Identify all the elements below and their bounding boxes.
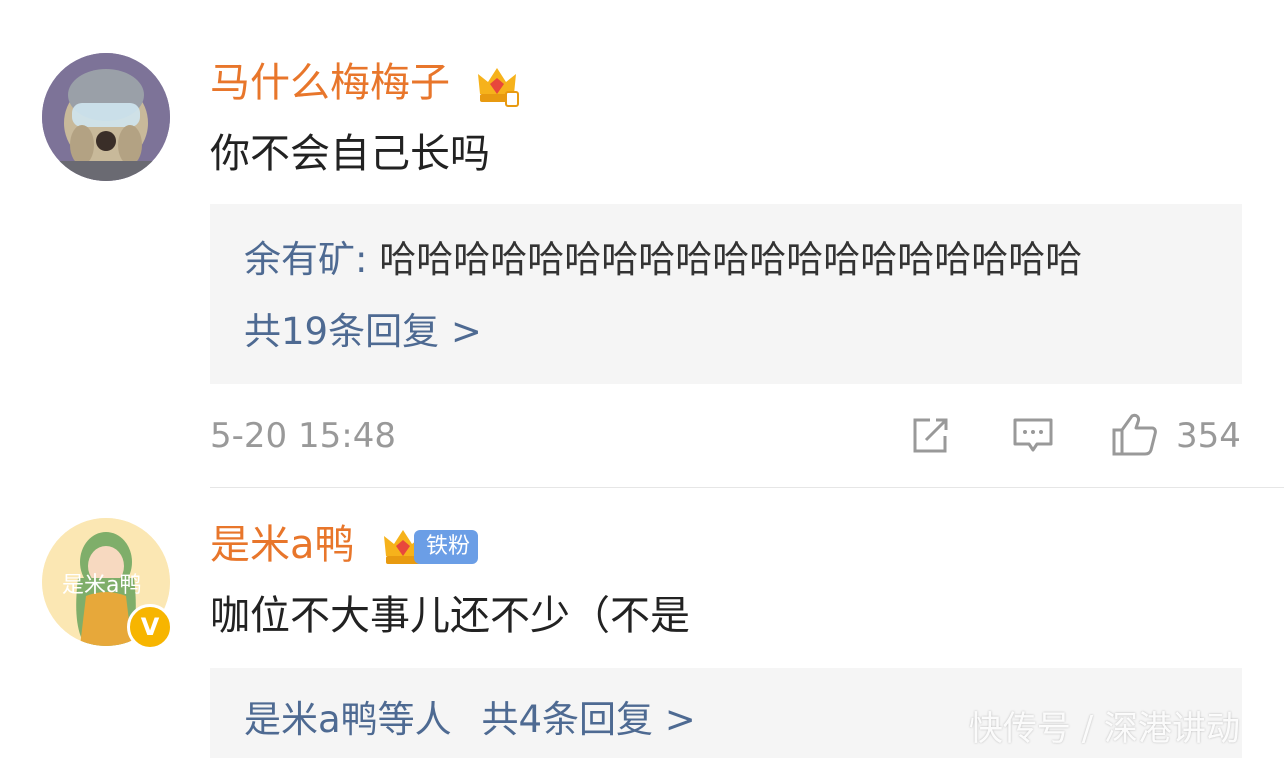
watermark: 快传号 / 深港讲动	[968, 709, 1240, 749]
comment-text: 你不会自己长吗	[210, 131, 490, 177]
comment-icon[interactable]	[1012, 416, 1054, 456]
svg-text:是米a鸭: 是米a鸭	[62, 573, 141, 598]
dog-avatar-icon	[42, 53, 170, 181]
username[interactable]: 是米a鸭	[210, 522, 355, 568]
crown-icon	[478, 68, 519, 107]
reply-author[interactable]: 余有矿:	[244, 238, 367, 281]
reply-preview-box[interactable]: 余有矿: 哈哈哈哈哈哈哈哈哈哈哈哈哈哈哈哈哈哈哈 共19条回复 >	[210, 204, 1242, 384]
username[interactable]: 马什么梅梅子	[210, 60, 450, 106]
reply-preview-line: 余有矿: 哈哈哈哈哈哈哈哈哈哈哈哈哈哈哈哈哈哈哈	[244, 238, 1082, 282]
share-icon[interactable]	[910, 416, 950, 456]
comment-item: 马什么梅梅子 你不会自己长吗 余有矿: 哈哈哈哈哈哈哈哈哈哈哈哈哈哈哈哈哈哈哈 …	[0, 0, 1284, 488]
fan-badge: 铁粉	[414, 530, 479, 564]
avatar[interactable]	[42, 53, 170, 181]
view-replies-link[interactable]: 共19条回复 >	[244, 310, 482, 354]
view-replies-link[interactable]: 是米a鸭等人 共4条回复 >	[244, 698, 696, 742]
reply-text: 哈哈哈哈哈哈哈哈哈哈哈哈哈哈哈哈哈哈哈	[367, 238, 1083, 281]
reply-authors: 是米a鸭等人	[244, 698, 452, 741]
timestamp: 5-20 15:48	[210, 416, 396, 456]
verified-icon: V	[127, 604, 173, 650]
comment-text: 咖位不大事儿还不少（不是	[210, 593, 690, 639]
reply-count: 共4条回复 >	[481, 698, 696, 741]
like-icon[interactable]	[1110, 412, 1158, 456]
like-count: 354	[1176, 416, 1241, 456]
